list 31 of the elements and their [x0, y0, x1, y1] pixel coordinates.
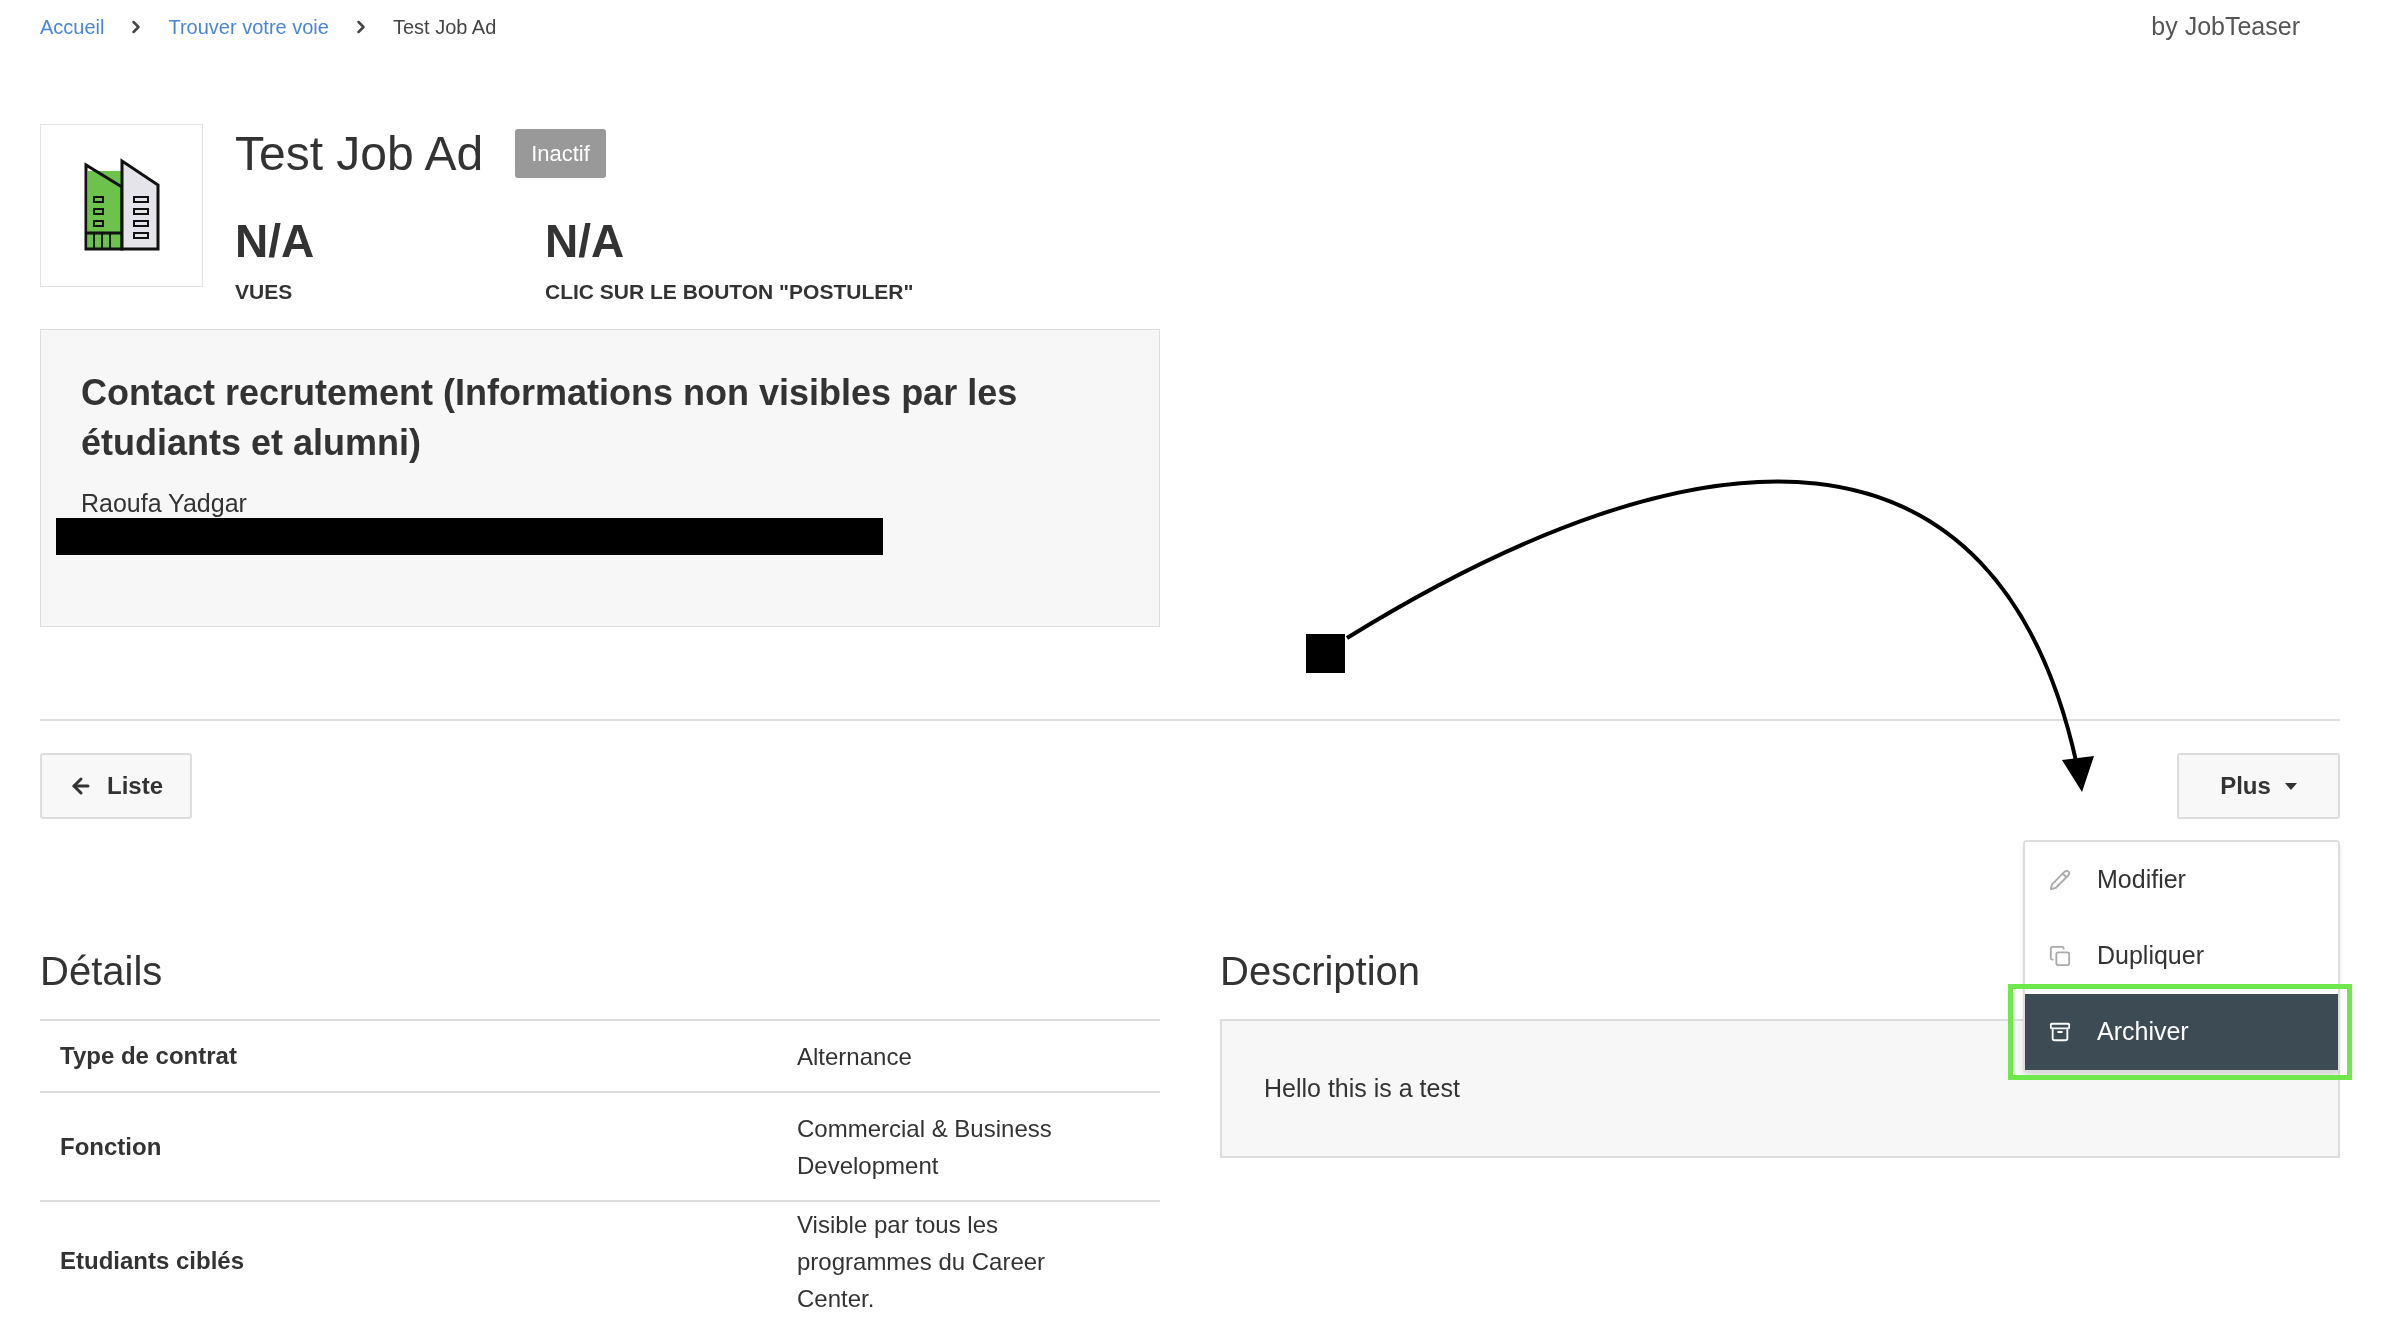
- archive-box-icon: [2049, 1021, 2071, 1043]
- breadcrumb-link[interactable]: Trouver votre voie: [168, 11, 329, 42]
- stat-value: N/A: [235, 213, 316, 268]
- description-text: Hello this is a test: [1264, 1072, 1460, 1104]
- detail-label: Fonction: [59, 1131, 163, 1162]
- menu-item[interactable]: Archiver: [2025, 994, 2338, 1070]
- status-badge: Inactif: [515, 129, 606, 178]
- stat-label: VUES: [235, 278, 294, 305]
- detail-label: Etudiants ciblés: [59, 1246, 246, 1276]
- detail-value: Visible par tous les programmes du Career Center.: [797, 1209, 1047, 1314]
- detail-label: Type de contrat: [59, 1041, 238, 1071]
- stat-label: CLIC SUR LE BOUTON "POSTULER": [545, 278, 914, 305]
- detail-value: Commercial & Business Development: [797, 1113, 1053, 1181]
- back-button[interactable]: Liste: [40, 753, 192, 819]
- pencil-icon: [2049, 869, 2071, 891]
- brand-text: by JobTeaser: [2151, 11, 2300, 42]
- copy-icon: [2049, 945, 2071, 967]
- menu-item[interactable]: Modifier: [2025, 842, 2338, 918]
- description-heading: Description: [1220, 948, 1421, 995]
- job-title: Test Job Ad: [235, 125, 484, 182]
- stat-value: N/A: [545, 213, 626, 268]
- contact-name: Raoufa Yadgar: [81, 488, 248, 518]
- contact-heading: Contact recrutement (Informations non visibles par les étudiants et alumni): [81, 371, 1019, 465]
- menu-item[interactable]: Dupliquer: [2025, 918, 2338, 994]
- annotation-square: [1306, 634, 1345, 673]
- details-heading: Détails: [40, 948, 163, 995]
- caret-down-icon: [2284, 782, 2297, 790]
- detail-value: Alternance: [797, 1041, 913, 1072]
- breadcrumb-link[interactable]: Accueil: [40, 11, 105, 42]
- breadcrumb-current: Test Job Ad: [392, 14, 497, 40]
- more-button[interactable]: Plus: [2177, 753, 2340, 819]
